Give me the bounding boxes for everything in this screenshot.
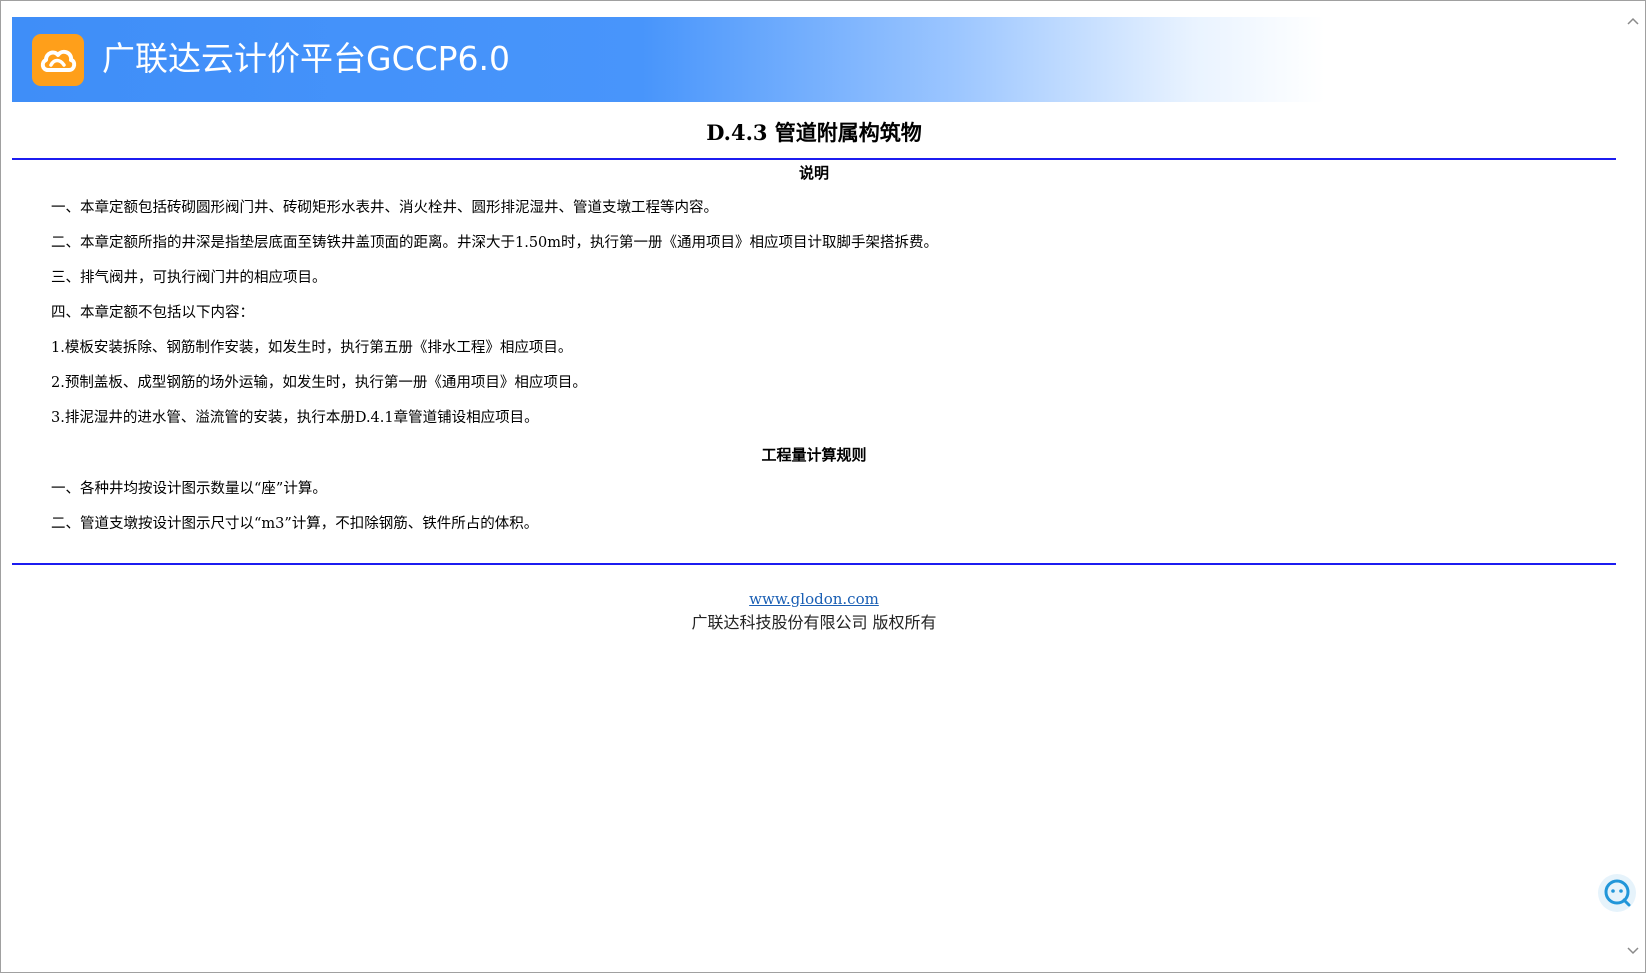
app-title: 广联达云计价平台GCCP6.0	[102, 39, 511, 78]
website-link-text[interactable]: www.glodon.com	[749, 590, 879, 608]
copyright-text: 广联达科技股份有限公司 版权所有	[691, 613, 937, 632]
paragraph: 四、本章定额不包括以下内容：	[51, 305, 254, 321]
paragraph: 二、本章定额所指的井深是指垫层底面至铸铁井盖顶面的距离。井深大于1.50m时，执…	[51, 235, 939, 251]
website-link[interactable]: www.glodon.com	[12, 590, 1616, 608]
paragraph: 3.排泥湿井的进水管、溢流管的安装，执行本册D.4.1章管道铺设相应项目。	[51, 410, 539, 426]
help-window: 广联达云计价平台GCCP6.0 D.4.3 管道附属构筑物 说明 一、本章定额包…	[0, 0, 1646, 973]
chevron-up-icon[interactable]	[1625, 13, 1641, 29]
section-heading-rules: 工程量计算规则	[761, 446, 867, 464]
title-divider	[12, 158, 1616, 160]
paragraph: 1.模板安装拆除、钢筋制作安装，如发生时，执行第五册《排水工程》相应项目。	[51, 340, 573, 356]
header-banner: 广联达云计价平台GCCP6.0	[12, 17, 1325, 102]
page-title: D.4.3 管道附属构筑物	[706, 120, 922, 145]
chat-bubble-icon[interactable]	[1598, 874, 1636, 912]
footer-divider	[12, 563, 1616, 565]
cloud-logo-icon	[32, 34, 84, 86]
section-heading-description: 说明	[798, 164, 829, 182]
paragraph: 一、本章定额包括砖砌圆形阀门井、砖砌矩形水表井、消火栓井、圆形排泥湿井、管道支墩…	[51, 200, 718, 216]
paragraph: 三、排气阀井，可执行阀门井的相应项目。	[51, 270, 327, 286]
paragraph: 一、各种井均按设计图示数量以“座”计算。	[51, 481, 327, 497]
chevron-down-icon[interactable]	[1625, 943, 1641, 959]
paragraph: 2.预制盖板、成型钢筋的场外运输，如发生时，执行第一册《通用项目》相应项目。	[51, 375, 587, 391]
paragraph: 二、管道支墩按设计图示尺寸以“m3”计算，不扣除钢筋、铁件所占的体积。	[51, 516, 539, 532]
